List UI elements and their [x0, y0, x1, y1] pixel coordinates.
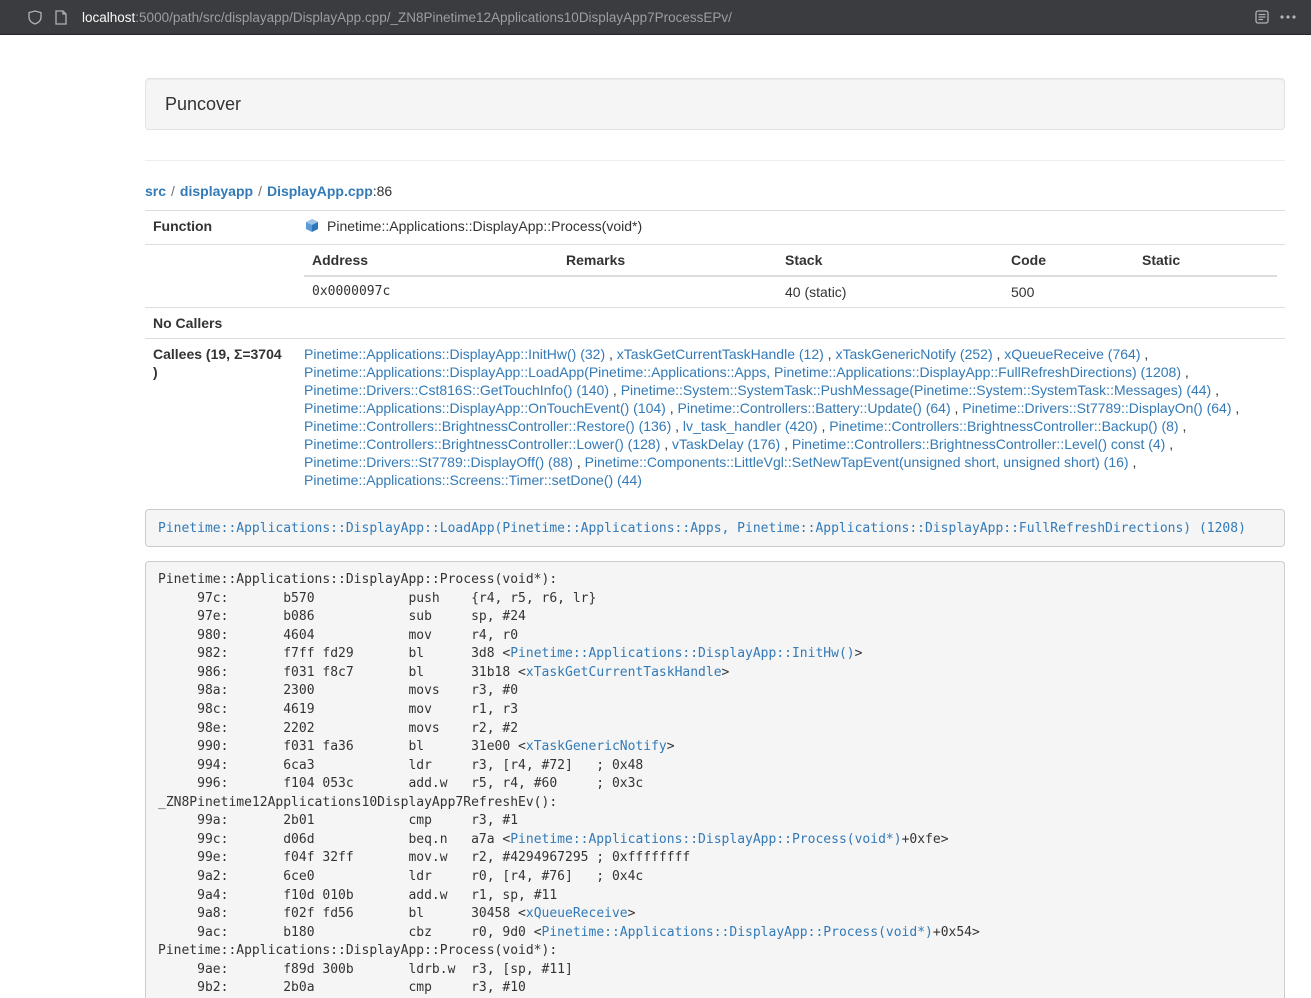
- url-host: localhost: [82, 10, 135, 25]
- page-info-icon[interactable]: [48, 4, 74, 30]
- function-icon: [304, 218, 320, 234]
- page-content: Puncover src / displayapp / DisplayApp.cpp:8…: [145, 78, 1285, 998]
- callee-link[interactable]: Pinetime::Controllers::BrightnessControl…: [304, 418, 671, 434]
- callee-link[interactable]: Pinetime::Controllers::BrightnessControl…: [829, 418, 1178, 434]
- breadcrumb: src / displayapp / DisplayApp.cpp:86: [145, 182, 1285, 200]
- column-remarks: Remarks: [558, 245, 777, 276]
- no-callers-label: No Callers: [145, 308, 296, 339]
- reader-mode-icon[interactable]: [1249, 4, 1275, 30]
- column-code: Code: [1003, 245, 1134, 276]
- callee-link[interactable]: Pinetime::Controllers::BrightnessControl…: [792, 436, 1165, 452]
- callee-link[interactable]: Pinetime::Components::LittleVgl::SetNewT…: [585, 454, 1129, 470]
- callees-row: Callees (19, Σ=3704 ) Pinetime::Applicat…: [145, 339, 1285, 496]
- function-label: Function: [145, 211, 296, 245]
- address-table: Address Remarks Stack Code Static 0x0000…: [304, 245, 1277, 307]
- disassembly-symbol-link[interactable]: Pinetime::Applications::DisplayApp::Init…: [510, 646, 854, 661]
- column-stack: Stack: [777, 245, 1003, 276]
- callee-link[interactable]: xQueueReceive (764): [1004, 346, 1140, 362]
- column-address: Address: [304, 245, 558, 276]
- breadcrumb-line-number: :86: [373, 183, 392, 199]
- callees-list: Pinetime::Applications::DisplayApp::Init…: [296, 339, 1285, 496]
- remarks-value: [558, 276, 777, 307]
- address-value: 0x0000097c: [304, 276, 558, 307]
- disassembly-symbol-link[interactable]: xQueueReceive: [526, 906, 628, 921]
- callee-link[interactable]: xTaskGenericNotify (252): [835, 346, 992, 362]
- callees-label: Callees (19, Σ=3704 ): [145, 339, 296, 496]
- disassembly-symbol-link[interactable]: xTaskGetCurrentTaskHandle: [526, 665, 722, 680]
- callee-link[interactable]: Pinetime::Drivers::Cst816S::GetTouchInfo…: [304, 382, 609, 398]
- highlighted-symbol-panel: Pinetime::Applications::DisplayApp::Load…: [145, 509, 1285, 547]
- function-name: Pinetime::Applications::DisplayApp::Proc…: [327, 217, 642, 235]
- breadcrumb-link-file[interactable]: DisplayApp.cpp: [267, 183, 373, 199]
- disassembly-symbol-link[interactable]: xTaskGenericNotify: [526, 739, 667, 754]
- disassembly-symbol-link[interactable]: Pinetime::Applications::DisplayApp::Proc…: [542, 925, 933, 940]
- code-value: 500: [1003, 276, 1134, 307]
- url-path: :5000/path/src/displayapp/DisplayApp.cpp…: [135, 10, 732, 25]
- address-row: 0x0000097c 40 (static) 500: [304, 276, 1277, 307]
- no-callers-row: No Callers: [145, 308, 1285, 339]
- breadcrumb-link-displayapp[interactable]: displayapp: [180, 183, 253, 199]
- function-table: Function Pinetime::Applications::Display…: [145, 210, 1285, 495]
- callee-link[interactable]: Pinetime::Drivers::St7789::DisplayOn() (…: [962, 400, 1231, 416]
- static-value: [1134, 276, 1277, 307]
- callee-link[interactable]: lv_task_handler (420): [683, 418, 818, 434]
- overflow-menu-icon[interactable]: [1275, 4, 1301, 30]
- shield-icon[interactable]: [22, 4, 48, 30]
- callee-link[interactable]: Pinetime::Applications::Screens::Timer::…: [304, 472, 642, 488]
- function-row: Function Pinetime::Applications::Display…: [145, 211, 1285, 245]
- breadcrumb-separator: /: [171, 183, 175, 199]
- callee-link[interactable]: Pinetime::Applications::DisplayApp::Init…: [304, 346, 605, 362]
- disassembly-code-block: Pinetime::Applications::DisplayApp::Proc…: [145, 561, 1285, 998]
- callee-link[interactable]: vTaskDelay (176): [672, 436, 780, 452]
- app-title-panel: Puncover: [145, 78, 1285, 130]
- callee-link[interactable]: Pinetime::Applications::DisplayApp::OnTo…: [304, 400, 666, 416]
- callee-link[interactable]: Pinetime::Drivers::St7789::DisplayOff() …: [304, 454, 573, 470]
- breadcrumb-link-src[interactable]: src: [145, 183, 166, 199]
- app-title: Puncover: [165, 94, 241, 114]
- stack-value: 40 (static): [777, 276, 1003, 307]
- column-static: Static: [1134, 245, 1277, 276]
- address-table-header: Address Remarks Stack Code Static: [304, 245, 1277, 276]
- highlighted-symbol-link[interactable]: Pinetime::Applications::DisplayApp::Load…: [158, 521, 1246, 536]
- address-table-row: Address Remarks Stack Code Static 0x0000…: [145, 245, 1285, 308]
- breadcrumb-separator: /: [258, 183, 262, 199]
- callee-link[interactable]: Pinetime::Applications::DisplayApp::Load…: [304, 364, 1181, 380]
- divider: [145, 160, 1285, 161]
- callee-link[interactable]: Pinetime::Controllers::Battery::Update()…: [678, 400, 951, 416]
- callee-link[interactable]: xTaskGetCurrentTaskHandle (12): [617, 346, 824, 362]
- disassembly-symbol-link[interactable]: Pinetime::Applications::DisplayApp::Proc…: [510, 832, 901, 847]
- callee-link[interactable]: Pinetime::System::SystemTask::PushMessag…: [621, 382, 1212, 398]
- browser-toolbar: localhost:5000/path/src/displayapp/Displ…: [0, 0, 1311, 35]
- callee-link[interactable]: Pinetime::Controllers::BrightnessControl…: [304, 436, 660, 452]
- url-bar[interactable]: localhost:5000/path/src/displayapp/Displ…: [82, 10, 1249, 25]
